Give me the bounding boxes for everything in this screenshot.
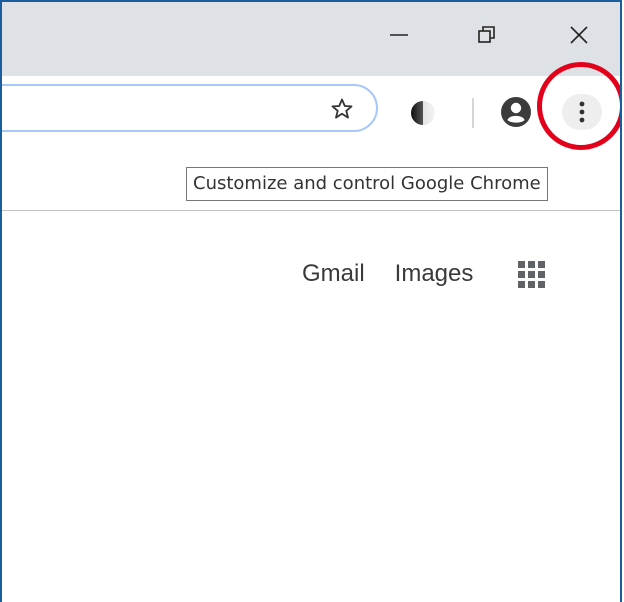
- close-icon: [570, 26, 588, 44]
- minimize-button[interactable]: [376, 10, 422, 60]
- gmail-link[interactable]: Gmail: [302, 260, 365, 288]
- menu-tooltip: Customize and control Google Chrome: [186, 167, 548, 201]
- title-bar: [2, 2, 620, 76]
- extension-button[interactable]: [406, 96, 440, 130]
- profile-button[interactable]: [498, 94, 534, 130]
- minimize-icon: [390, 34, 408, 36]
- browser-window: Customize and control Google Chrome Gmai…: [0, 0, 622, 602]
- google-header-links: Gmail Images: [302, 254, 549, 294]
- content-divider: [2, 210, 620, 211]
- apps-grid-icon: [517, 260, 545, 288]
- highlight-circle-annotation: [537, 62, 620, 150]
- google-apps-button[interactable]: [513, 256, 549, 292]
- images-link[interactable]: Images: [395, 260, 474, 288]
- star-icon: [331, 98, 353, 119]
- bookmark-star-button[interactable]: [324, 92, 360, 126]
- toolbar-separator: [472, 98, 474, 128]
- toolbar: [2, 76, 620, 160]
- restore-icon: [478, 26, 495, 43]
- extension-icon: [411, 101, 435, 125]
- restore-button[interactable]: [464, 10, 510, 60]
- address-bar[interactable]: [2, 84, 378, 132]
- close-button[interactable]: [556, 10, 602, 60]
- profile-icon: [501, 97, 531, 127]
